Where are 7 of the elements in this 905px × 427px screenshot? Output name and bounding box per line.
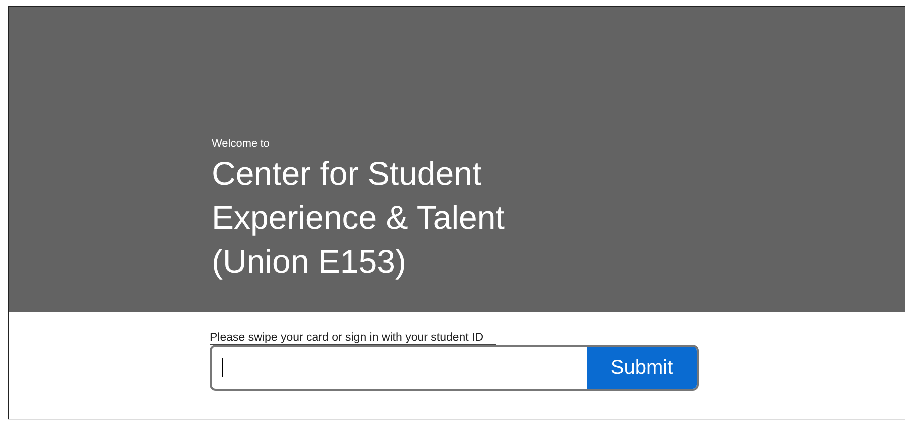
title-line: Experience & Talent — [212, 198, 505, 238]
welcome-text: Welcome to — [212, 138, 270, 150]
title-line: Center for Student — [212, 154, 482, 194]
title-line: (Union E153) — [212, 242, 406, 282]
submit-button[interactable]: Submit — [587, 347, 697, 389]
id-input-field[interactable]: Submit — [210, 345, 699, 391]
text-cursor — [222, 358, 223, 377]
